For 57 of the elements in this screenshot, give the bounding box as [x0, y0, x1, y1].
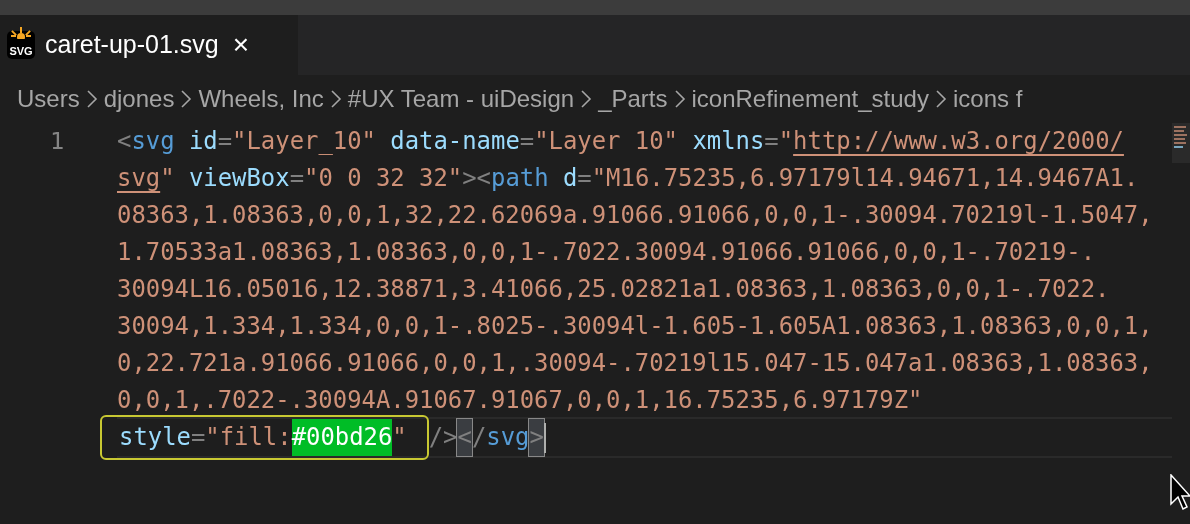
code-token: 0,0,1,.7022-.30094A.91067.91067,0,0,1,16.75235,6.97179Z"	[117, 385, 923, 416]
code-token: style	[119, 422, 191, 453]
tab-title: caret-up-01.svg	[45, 29, 219, 61]
code-token: =	[519, 126, 535, 157]
code-token: svg	[486, 422, 530, 453]
breadcrumb-item[interactable]: #UX Team - uiDesign	[347, 81, 575, 117]
code-token: "Layer_10"	[232, 126, 376, 157]
chevron-right-icon	[673, 89, 686, 109]
breadcrumb-item[interactable]: Wheels, Inc	[198, 81, 324, 117]
breadcrumb-item[interactable]: _Parts	[598, 81, 668, 117]
code-token: >	[529, 419, 544, 456]
code-token: 1.70533a1.08363,1.08363,0,0,1-.7022.30094.91066.91066,0,0,1-.70219-.	[117, 237, 1096, 268]
code-token: id	[187, 126, 218, 157]
breadcrumb-item[interactable]: iconRefinement_study	[691, 81, 929, 117]
code-token: 08363,1.08363,0,0,1,32,22.62069a.91066.91066,0,0,1-.30094.70219l-1.5047,	[117, 200, 1153, 231]
code-token: =	[577, 163, 592, 194]
chevron-right-icon	[329, 89, 342, 109]
code-token: <	[117, 126, 132, 157]
line-number: 1	[50, 126, 65, 157]
code-token: viewBox	[187, 163, 290, 194]
code-link[interactable]: http://www.w3.org/2000/	[793, 123, 1124, 160]
code-token: d	[561, 163, 578, 194]
code-token: "M16.75235,6.97179l14.94671,14.9467A1.	[591, 163, 1139, 194]
code-token: "	[392, 422, 407, 453]
code-token: 30094,1.334,1.334,0,0,1-.8025-.30094l-1.605-1.605A1.08363,1.08363,0,0,1,	[117, 311, 1153, 342]
text-cursor	[543, 422, 546, 453]
code-token: "	[778, 126, 794, 157]
code-token: xmlns	[691, 126, 765, 157]
chevron-right-icon	[85, 89, 98, 109]
mouse-pointer-icon	[1170, 474, 1190, 510]
code-token: svg	[131, 126, 175, 157]
code-token: "0 0 32 32"	[304, 163, 463, 194]
code-token: 0,22.721a.91066.91066,0,0,1,.30094-.70219l15.047-15.047a1.08363,1.08363,	[117, 348, 1153, 379]
minimap[interactable]	[1172, 123, 1190, 163]
editor-tab[interactable]: SVG caret-up-01.svg ×	[0, 15, 298, 75]
code-token: data-name	[389, 126, 520, 157]
chevron-right-icon	[580, 89, 593, 109]
close-button[interactable]: ×	[232, 31, 250, 59]
code-token: =	[289, 163, 304, 194]
code-token: =	[217, 126, 233, 157]
code-token: "	[160, 163, 175, 194]
code-token: path	[491, 163, 549, 194]
breadcrumb-item[interactable]: icons f	[952, 81, 1023, 117]
breadcrumb-item[interactable]: Users	[17, 81, 80, 117]
code-link[interactable]: svg	[117, 160, 161, 197]
code-token: =	[190, 422, 206, 453]
code-token: <	[457, 419, 472, 456]
code-token: "Layer 10"	[534, 126, 678, 157]
code-token: 30094L16.05016,12.38871,3.41066,25.02821a1.08363,1.08363,0,0,1-.7022.	[117, 274, 1110, 305]
code-token: /	[471, 422, 487, 453]
chevron-right-icon	[934, 89, 947, 109]
code-token: ><	[462, 163, 491, 194]
code-token: />	[428, 422, 458, 453]
breadcrumb-item[interactable]: djones	[103, 81, 175, 117]
code-token: "fill:	[205, 422, 292, 453]
chevron-right-icon	[180, 89, 193, 109]
code-token: =	[764, 126, 779, 157]
